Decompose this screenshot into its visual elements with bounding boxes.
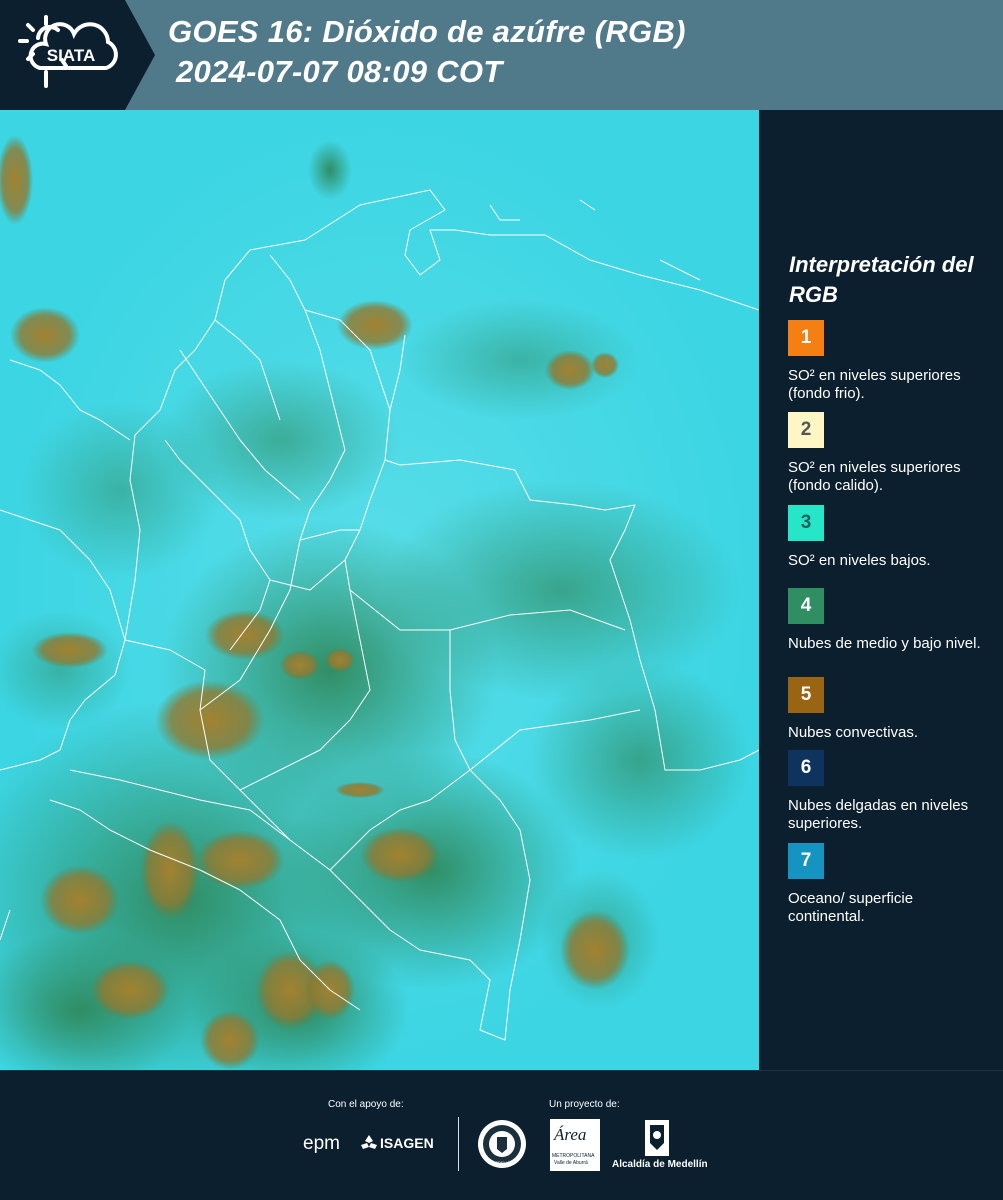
legend-description-3: SO² en niveles bajos. xyxy=(788,552,931,569)
legend-description-2: SO² en niveles superiores (fondo calido)… xyxy=(788,459,961,494)
page-title: GOES 16: Dióxido de azúfre (RGB) xyxy=(168,14,686,49)
legend-swatch-5: 5 xyxy=(788,677,824,713)
epm-logo: epm xyxy=(303,1133,340,1154)
area-metropolitana-logo: Área METROPOLITANA Valle de Aburrá xyxy=(550,1119,600,1171)
legend-swatch-3: 3 xyxy=(788,505,824,541)
legend-item-3: 3 SO² en niveles bajos. xyxy=(788,505,993,570)
legend-swatch-4: 4 xyxy=(788,588,824,624)
alcaldia-medellin-logo: Alcaldía de Medellín xyxy=(612,1159,708,1170)
project-label: Un proyecto de: xyxy=(549,1099,620,1110)
alcaldia-shield-icon xyxy=(645,1120,669,1156)
legend-item-2: 2 SO² en niveles superiores (fondo calido… xyxy=(788,412,993,495)
support-label: Con el apoyo de: xyxy=(328,1099,404,1110)
svg-text:MEDELLÍN: MEDELLÍN xyxy=(492,1160,512,1165)
legend-swatch-7: 7 xyxy=(788,843,824,879)
legend-description-5: Nubes convectivas. xyxy=(788,724,919,741)
sun-cloud-icon: SIATA xyxy=(18,15,118,88)
siata-logo: SIATA xyxy=(0,0,155,110)
footer-divider xyxy=(458,1117,459,1171)
legend-description-4: Nubes de medio y bajo nivel. xyxy=(788,635,981,652)
legend-title: Interpretación del RGB xyxy=(789,252,974,307)
legend-description-7: Oceano/ superficie continental. xyxy=(788,890,914,925)
legend-description-1: SO² en niveles superiores (fondo frio). xyxy=(788,367,961,402)
legend-description-6: Nubes delgadas en niveles superiores. xyxy=(788,797,969,832)
medellin-seal-icon: MEDELLÍN xyxy=(478,1120,526,1168)
map-canvas xyxy=(0,110,759,1070)
legend-item-1: 1 SO² en niveles superiores (fondo frio). xyxy=(788,320,993,403)
footer-bar: Con el apoyo de: Un proyecto de: epm ISA… xyxy=(0,1070,1003,1200)
legend-swatch-1: 1 xyxy=(788,320,824,356)
satellite-map[interactable] xyxy=(0,110,759,1070)
header-bar: SIATA GOES 16: Dióxido de azúfre (RGB) 2… xyxy=(0,0,1003,110)
page-timestamp: 2024-07-07 08:09 COT xyxy=(176,54,503,89)
isagen-logo: ISAGEN xyxy=(380,1135,434,1151)
legend-item-4: 4 Nubes de medio y bajo nivel. xyxy=(788,588,993,653)
legend-item-6: 6 Nubes delgadas en niveles superiores. xyxy=(788,750,993,833)
legend-item-7: 7 Oceano/ superficie continental. xyxy=(788,843,993,926)
legend-panel: Interpretación del RGB 1 SO² en niveles s… xyxy=(759,110,1003,1070)
page: SIATA GOES 16: Dióxido de azúfre (RGB) 2… xyxy=(0,0,1003,1200)
legend-swatch-2: 2 xyxy=(788,412,824,448)
logo-text: SIATA xyxy=(47,46,95,65)
legend-item-5: 5 Nubes convectivas. xyxy=(788,677,993,742)
isagen-icon xyxy=(361,1135,377,1149)
legend-swatch-6: 6 xyxy=(788,750,824,786)
